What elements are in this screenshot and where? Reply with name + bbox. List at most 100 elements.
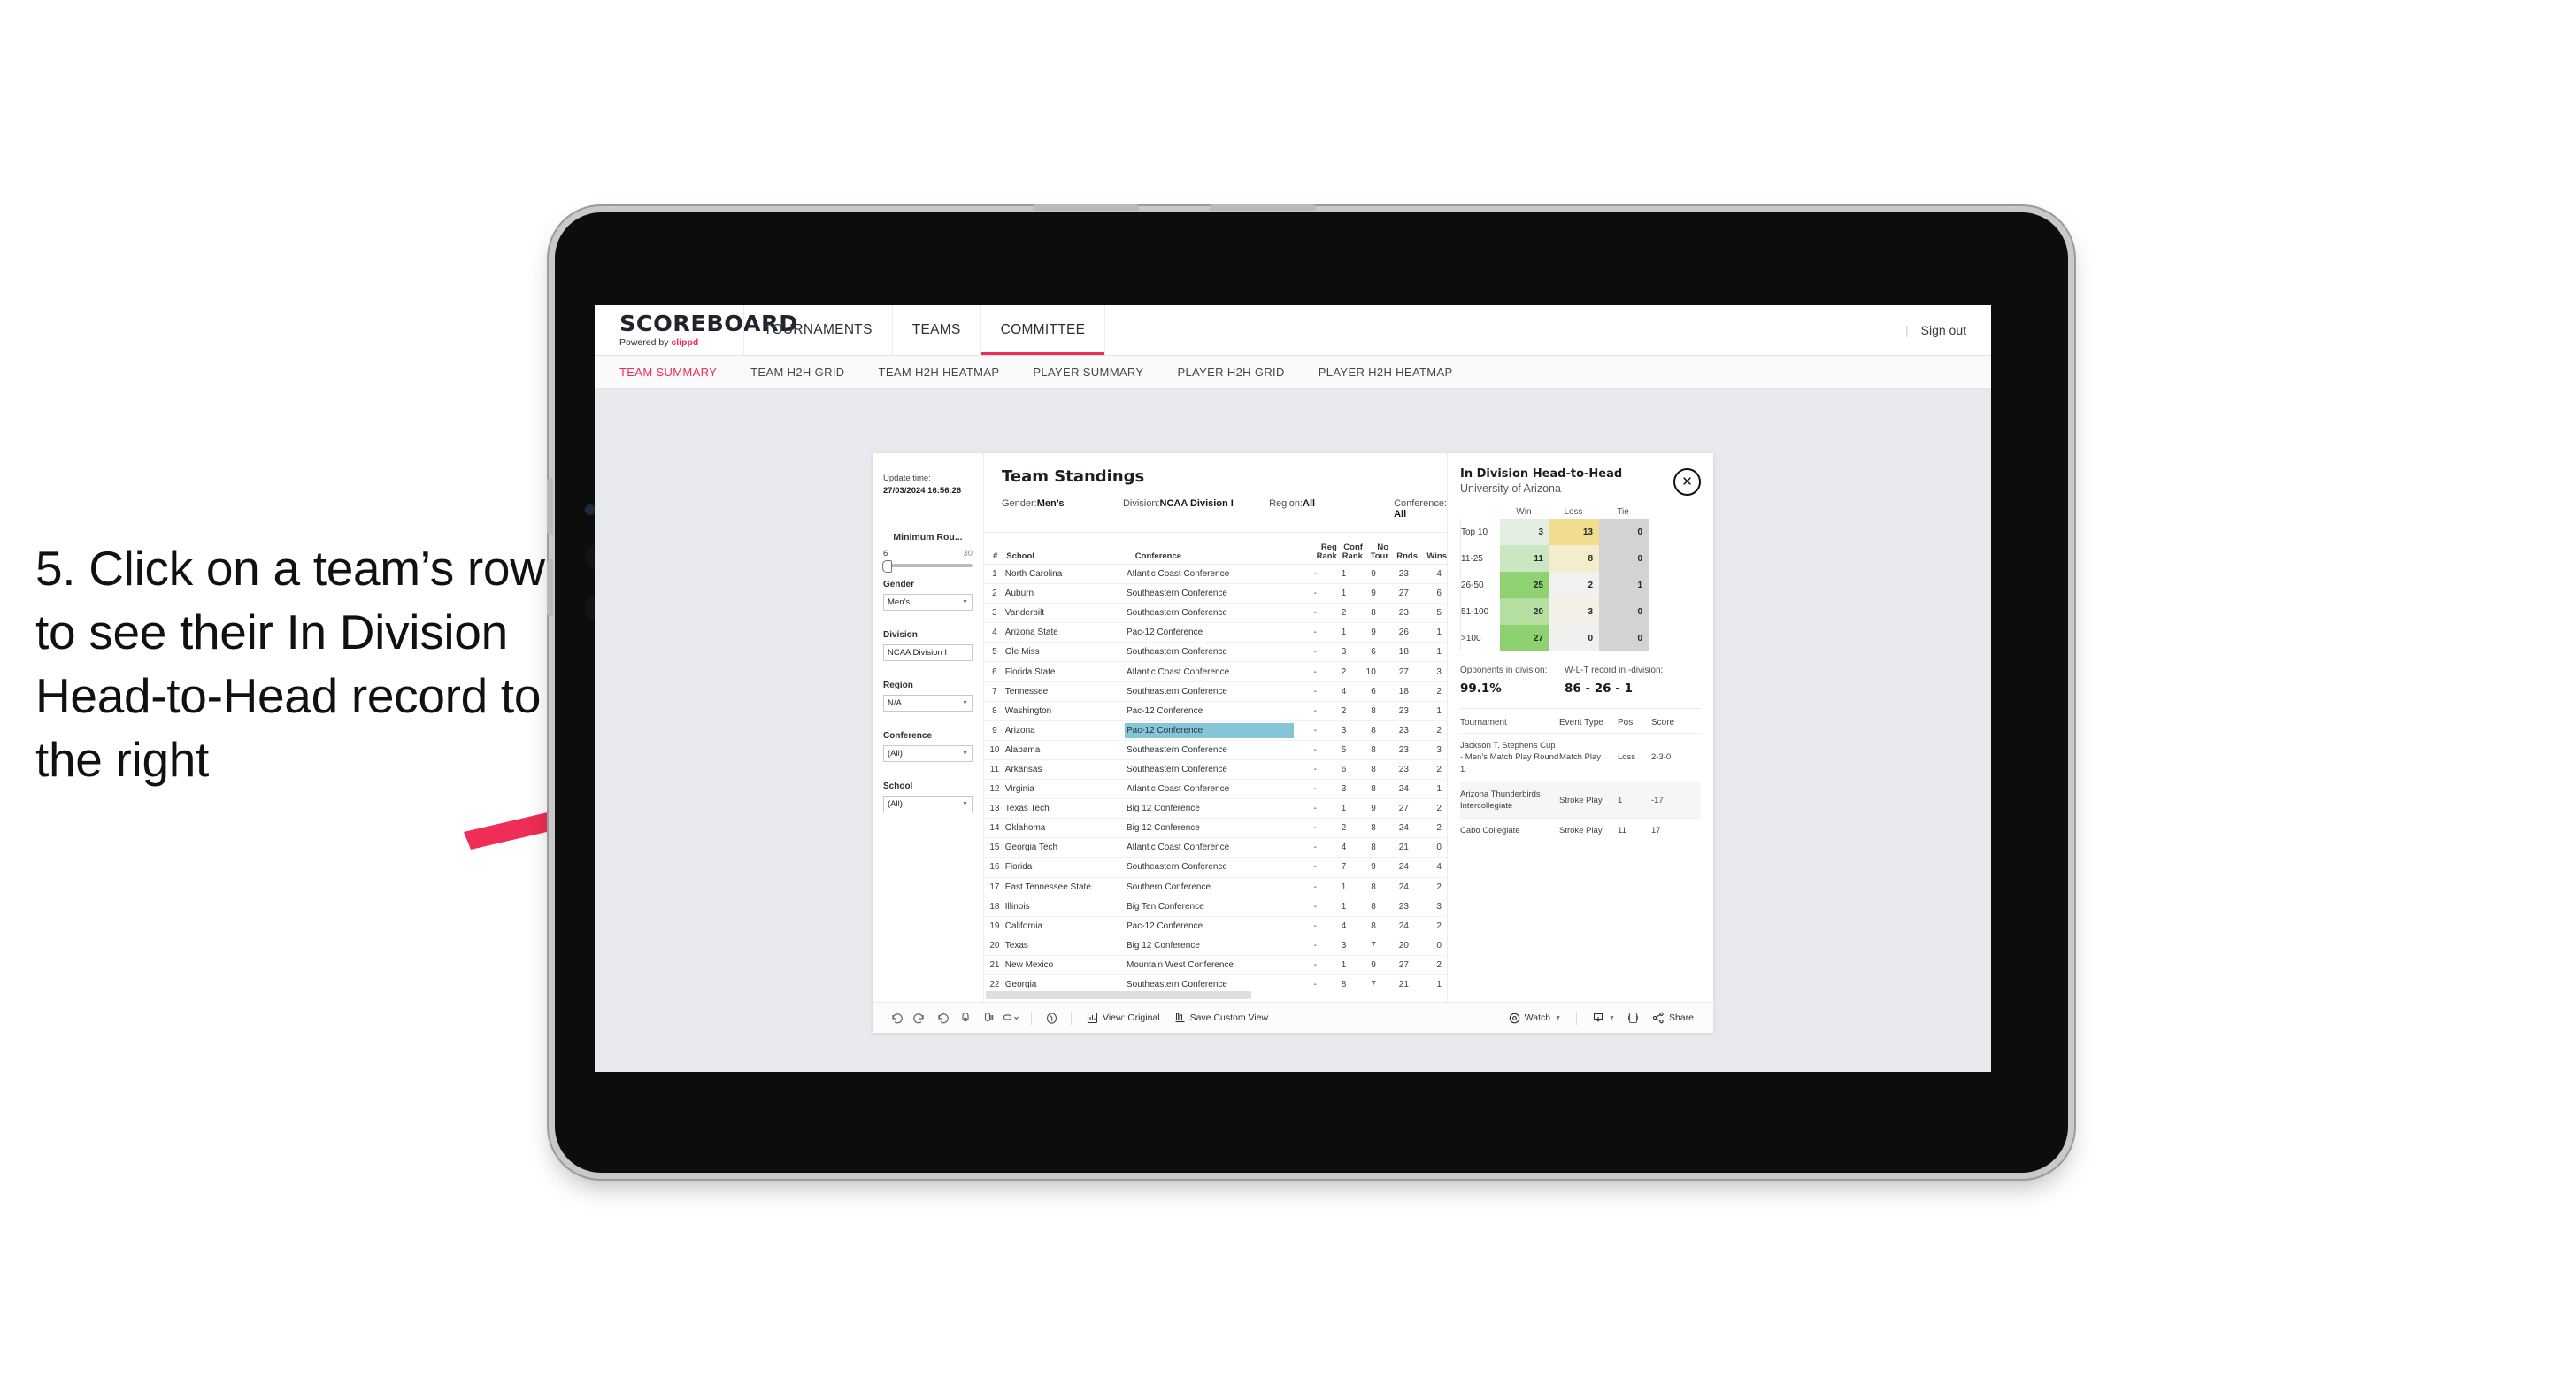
heatmap-row[interactable]: 26-50 25 2 1	[1461, 572, 1701, 598]
heatmap-cell[interactable]: 0	[1599, 519, 1649, 545]
table-row[interactable]: 14 Oklahoma Big 12 Conference - 2 8 24 2	[984, 819, 1447, 839]
volume-down-button[interactable]	[547, 559, 553, 616]
device-preview-icon[interactable]	[1622, 1006, 1645, 1029]
signout-button[interactable]: Sign out	[1921, 323, 1966, 337]
filter-division-select[interactable]: NCAA Division I	[883, 643, 973, 661]
heatmap-cell[interactable]: 3	[1549, 598, 1599, 625]
table-row[interactable]: 18 Illinois Big Ten Conference -1 8 23 3	[984, 897, 1447, 917]
heatmap-cell[interactable]: 3	[1500, 519, 1549, 545]
power-button[interactable]	[1033, 204, 1139, 211]
table-row[interactable]: 17 East Tennessee State Southern Conferenc…	[984, 878, 1447, 897]
pause-icon[interactable]	[977, 1006, 1000, 1029]
brand-logo[interactable]: SCOREBOARD Powered by clippd	[595, 305, 797, 355]
table-row[interactable]: 6 Florida State Atlantic Coast Conference -…	[984, 662, 1447, 682]
tournament-pos: 11	[1618, 826, 1626, 836]
subtab-team-h2h-heatmap[interactable]: TEAM H2H HEATMAP	[879, 366, 1000, 379]
redo-icon[interactable]	[908, 1006, 931, 1029]
filter-conference-select[interactable]: (All) ▼	[883, 744, 973, 762]
nav-tab-tournaments[interactable]: TOURNAMENTS	[743, 305, 892, 355]
subtab-team-summary[interactable]: TEAM SUMMARY	[619, 366, 717, 379]
table-row[interactable]: 12 Virginia Atlantic Coast Conference - 3 8 24…	[984, 780, 1447, 800]
table-row[interactable]: 22 Georgia Southeastern Conference - 8 7 21 1	[984, 975, 1447, 988]
table-row[interactable]: 16 Florida Southeastern Conference - 7 9 24 4	[984, 858, 1447, 878]
table-row[interactable]: 15 Georgia Tech Atlantic Coast Conference -…	[984, 838, 1447, 859]
table-row[interactable]: 2 Auburn Southeastern Conference - 1 9 27 6	[984, 584, 1447, 604]
heatmap-row[interactable]: 51-100 20 3 0	[1461, 598, 1701, 625]
horizontal-scrollbar[interactable]	[984, 988, 1447, 1002]
col-wins[interactable]: Wins	[1418, 552, 1447, 561]
table-row[interactable]: 11 Arkansas Southeastern Conference - 6 8 23 2	[984, 760, 1447, 781]
col-tournament[interactable]: Tournament	[1460, 718, 1559, 728]
close-icon[interactable]: ✕	[1673, 468, 1701, 496]
col-conf-rank[interactable]: Conf Rank	[1337, 543, 1363, 561]
table-row[interactable]: 7 Tennessee Southeastern Conference - 4 6 18 2	[984, 682, 1447, 702]
table-row[interactable]: 21 New Mexico Mountain West Conference - 1 9 2…	[984, 956, 1447, 975]
heatmap-cell[interactable]: 0	[1599, 598, 1649, 625]
heatmap-cell[interactable]: 1	[1599, 572, 1649, 598]
heatmap-row[interactable]: 11-25 11 8 0	[1461, 545, 1701, 572]
share-button[interactable]: Share	[1645, 1012, 1701, 1024]
volume-up-button[interactable]	[547, 478, 553, 535]
subtab-player-h2h-grid[interactable]: PLAYER H2H GRID	[1177, 366, 1284, 379]
view-original-button[interactable]: View: Original	[1080, 1012, 1167, 1024]
table-row[interactable]: 3 Vanderbilt Southeastern Conference - 2 8 23 5	[984, 604, 1447, 624]
heatmap-cell[interactable]: 2	[1549, 572, 1599, 598]
table-row[interactable]: 19 California Pac-12 Conference - 4 8 24 2	[984, 917, 1447, 936]
shape-dropdown-icon[interactable]	[1000, 1006, 1023, 1029]
heatmap-cell[interactable]: 0	[1599, 625, 1649, 651]
cell-conference: Big 12 Conference	[1126, 940, 1200, 951]
undo-icon[interactable]	[885, 1006, 908, 1029]
filter-gender-select[interactable]: Men’s ▼	[883, 593, 973, 611]
table-row[interactable]: 8 Washington Pac-12 Conference - 2 8 23 1	[984, 702, 1447, 721]
heatmap-cell[interactable]: 13	[1549, 519, 1599, 545]
nav-tab-committee[interactable]: COMMITTEE	[980, 305, 1105, 355]
cell-reg-rank: -	[1313, 804, 1317, 814]
filter-school-select[interactable]: (All) ▼	[883, 795, 973, 812]
col-no-tour[interactable]: No Tour	[1363, 543, 1388, 561]
heatmap-cell[interactable]: 27	[1500, 625, 1549, 651]
minimum-rounds-filter[interactable]: Minimum Rou... 6 30	[873, 512, 983, 573]
heatmap-row[interactable]: Top 10 3 13 0	[1461, 519, 1701, 545]
heatmap-cell[interactable]: 0	[1549, 625, 1599, 651]
filter-region-select[interactable]: N/A ▼	[883, 694, 973, 712]
nav-tab-teams[interactable]: TEAMS	[891, 305, 980, 355]
col-rank[interactable]: #	[984, 551, 1006, 561]
col-pos[interactable]: Pos	[1618, 718, 1651, 728]
col-school[interactable]: School	[1006, 551, 1135, 561]
col-reg-rank[interactable]: Reg Rank	[1311, 543, 1337, 561]
list-item[interactable]: Jackson T. Stephens Cup - Men’s Match Pl…	[1460, 733, 1701, 782]
heatmap-cell[interactable]: 8	[1549, 545, 1599, 572]
table-row[interactable]: 10 Alabama Southeastern Conference - 5 8 23 3	[984, 741, 1447, 760]
present-icon[interactable]	[1040, 1006, 1063, 1029]
list-item[interactable]: Arizona Thunderbirds Intercollegiate Stro…	[1460, 781, 1701, 819]
heatmap-cell[interactable]: 25	[1500, 572, 1549, 598]
heatmap-cell[interactable]: 20	[1500, 598, 1549, 625]
table-row[interactable]: 1 North Carolina Atlantic Coast Conference…	[984, 565, 1447, 585]
table-row[interactable]: 4 Arizona State Pac-12 Conference - 1 9 26 1	[984, 623, 1447, 643]
slider-handle[interactable]	[882, 559, 892, 573]
revert-icon[interactable]	[931, 1006, 954, 1029]
top-button-secondary[interactable]	[1210, 204, 1316, 211]
scrollbar-thumb[interactable]	[986, 990, 1251, 999]
table-row[interactable]: 5 Ole Miss Southeastern Conference - 3 6 18 1	[984, 643, 1447, 663]
col-rnds[interactable]: Rnds	[1388, 552, 1418, 561]
table-row[interactable]: 13 Texas Tech Big 12 Conference - 1 9 27 2	[984, 799, 1447, 820]
subtab-player-summary[interactable]: PLAYER SUMMARY	[1033, 366, 1143, 379]
list-item[interactable]: Cabo Collegiate Stroke Play 11 17	[1460, 818, 1701, 843]
table-row[interactable]: 20 Texas Big 12 Conference - 3 7 20 0	[984, 936, 1447, 956]
col-event-type[interactable]: Event Type	[1559, 718, 1618, 728]
slider-track[interactable]	[882, 559, 973, 573]
download-button[interactable]: ▼	[1585, 1012, 1622, 1024]
heatmap-row[interactable]: >100 27 0 0	[1461, 625, 1701, 651]
col-score[interactable]: Score	[1651, 718, 1690, 728]
heatmap-cell[interactable]: 0	[1599, 545, 1649, 572]
watch-button[interactable]: Watch ▼	[1502, 1013, 1568, 1024]
col-conference[interactable]: Conference	[1135, 551, 1311, 561]
subtab-player-h2h-heatmap[interactable]: PLAYER H2H HEATMAP	[1319, 366, 1453, 379]
save-custom-view-button[interactable]: Save Custom View	[1167, 1012, 1276, 1024]
refresh-data-icon[interactable]	[954, 1006, 977, 1029]
heatmap-cell[interactable]: 11	[1500, 545, 1549, 572]
table-row[interactable]: 9 Arizona Pac-12 Conference - 3 8 23 2	[984, 721, 1447, 741]
subtab-team-h2h-grid[interactable]: TEAM H2H GRID	[750, 366, 844, 379]
cell-school: Texas Tech	[1004, 804, 1050, 814]
